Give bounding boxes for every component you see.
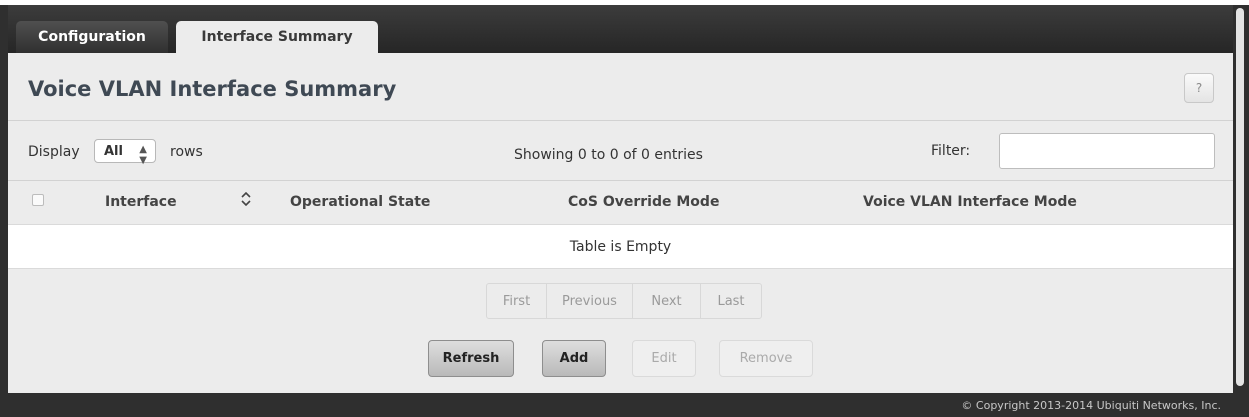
entries-info: Showing 0 to 0 of 0 entries <box>514 147 703 163</box>
table-empty-message: Table is Empty <box>569 239 672 255</box>
column-header-cos-override-mode[interactable]: CoS Override Mode <box>568 194 719 210</box>
pager-last-button[interactable]: Last <box>701 284 761 318</box>
column-header-voice-vlan-interface-mode[interactable]: Voice VLAN Interface Mode <box>863 194 1077 210</box>
select-all-checkbox[interactable] <box>32 194 44 206</box>
column-header-interface[interactable]: Interface <box>105 194 177 210</box>
add-button[interactable]: Add <box>542 340 606 377</box>
page-title: Voice VLAN Interface Summary <box>28 77 397 101</box>
table-header: Interface Operational State CoS Override… <box>8 181 1233 223</box>
scrollbar-thumb[interactable] <box>1236 8 1244 386</box>
content-panel: Voice VLAN Interface Summary ? Display A… <box>8 53 1233 393</box>
tab-interface-summary[interactable]: Interface Summary <box>176 21 378 53</box>
divider <box>8 120 1233 121</box>
display-label: Display <box>28 144 80 160</box>
edit-button[interactable]: Edit <box>632 340 696 377</box>
pager-next-button[interactable]: Next <box>633 284 701 318</box>
help-button[interactable]: ? <box>1184 73 1214 103</box>
rows-label: rows <box>170 144 203 160</box>
column-header-operational-state[interactable]: Operational State <box>290 194 430 210</box>
pagination: First Previous Next Last <box>486 283 762 319</box>
filter-label: Filter: <box>931 143 971 159</box>
table-body: Table is Empty <box>8 224 1233 269</box>
pager-first-button[interactable]: First <box>487 284 547 318</box>
scrollbar[interactable] <box>1233 5 1249 417</box>
rows-select-value: All <box>104 143 123 159</box>
remove-button[interactable]: Remove <box>719 340 813 377</box>
filter-input[interactable] <box>999 133 1215 169</box>
tab-configuration[interactable]: Configuration <box>16 21 168 53</box>
refresh-button[interactable]: Refresh <box>428 340 514 377</box>
pager-previous-button[interactable]: Previous <box>547 284 633 318</box>
select-updown-icon: ▲ ▼ <box>139 144 147 166</box>
tab-bar: Configuration Interface Summary <box>8 5 1233 53</box>
footer: © Copyright 2013-2014 Ubiquiti Networks,… <box>0 393 1233 417</box>
help-icon: ? <box>1195 81 1203 95</box>
sort-updown-icon[interactable] <box>241 191 251 210</box>
copyright-text: © Copyright 2013-2014 Ubiquiti Networks,… <box>961 399 1221 412</box>
rows-per-page-select[interactable]: All ▲ ▼ <box>94 139 156 166</box>
